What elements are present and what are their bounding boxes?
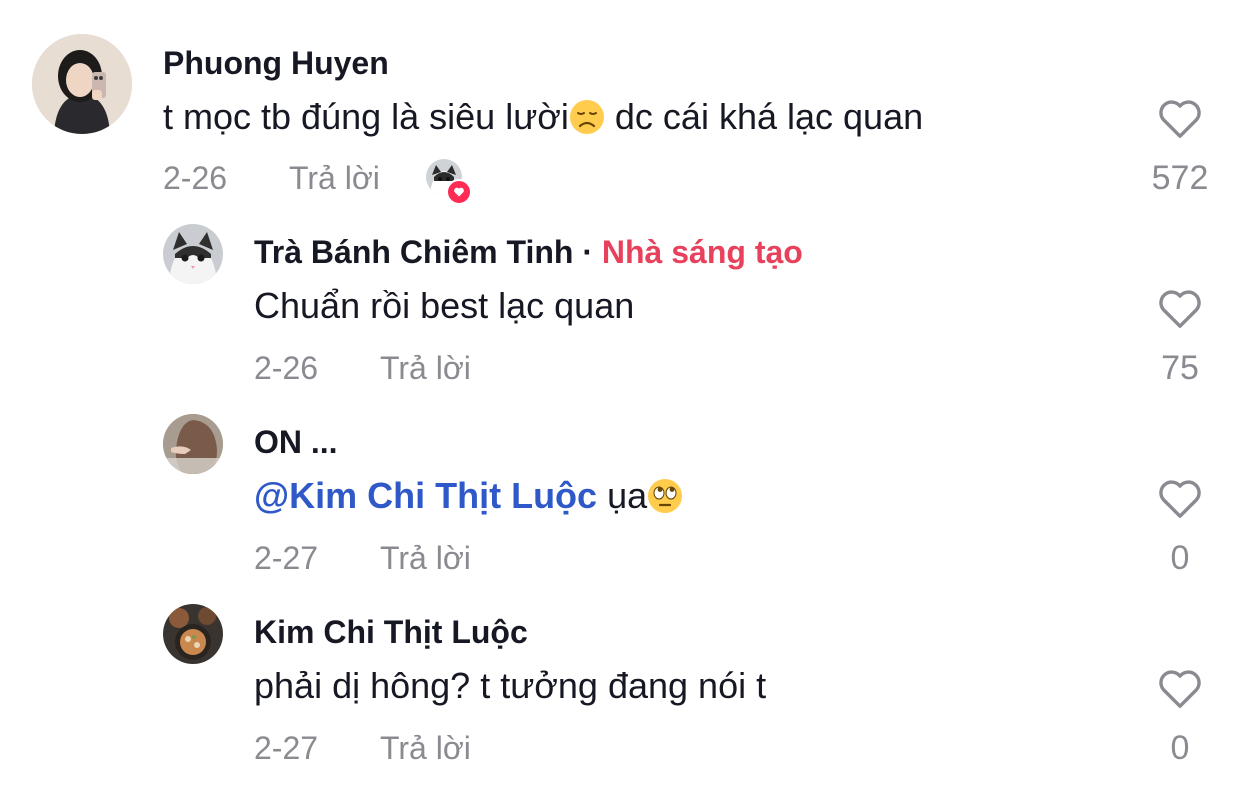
- comment-author[interactable]: Kim Chi Thịt Luộc: [254, 614, 528, 650]
- heart-outline-icon[interactable]: [1157, 668, 1203, 710]
- comment-date: 2-27: [254, 730, 319, 766]
- reply-button[interactable]: Trả lời: [380, 730, 471, 766]
- like-count: 0: [1170, 729, 1190, 767]
- comment-text: phải dị hông? t tưởng đang nói t: [254, 665, 767, 706]
- avatar[interactable]: [163, 604, 223, 664]
- reply-item: Kim Chi Thịt Luộc phải dị hông? t tưởng …: [0, 0, 1242, 780]
